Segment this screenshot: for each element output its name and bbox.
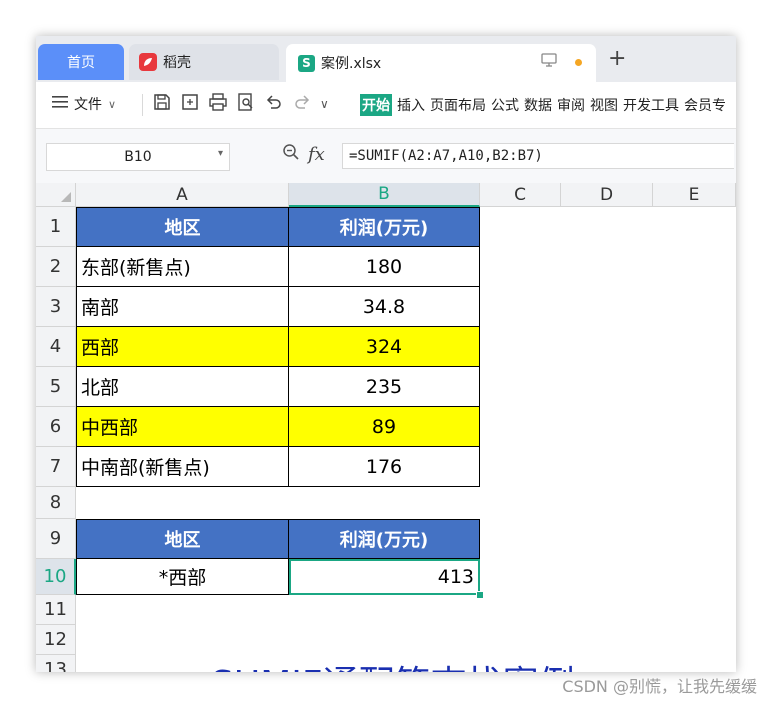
example-title: SUMIF通配符查找案例 xyxy=(211,655,575,672)
unsaved-dot-icon xyxy=(575,58,582,66)
toolbar-divider xyxy=(142,94,143,116)
column-header-b[interactable]: B xyxy=(289,183,480,207)
table1-header-profit[interactable]: 利润(万元) xyxy=(289,207,480,247)
ribbon-tab-start[interactable]: 开始 xyxy=(360,94,392,116)
tab-bar: 首页 稻壳 S 案例.xlsx + xyxy=(36,36,736,82)
formula-input[interactable]: =SUMIF(A2:A7,A10,B2:B7) xyxy=(342,143,734,169)
row-header-7[interactable]: 7 xyxy=(36,447,76,487)
ribbon-tabs: 开始 插入 页面布局 公式 数据 审阅 视图 开发工具 会员专 xyxy=(360,94,726,116)
row-header-8[interactable]: 8 xyxy=(36,487,76,519)
row-header-9[interactable]: 9 xyxy=(36,519,76,559)
tab-file[interactable]: S 案例.xlsx xyxy=(286,44,596,82)
row-header-4[interactable]: 4 xyxy=(36,327,76,367)
table1-cell-profit-highlighted[interactable]: 89 xyxy=(289,407,480,447)
new-tab-button[interactable]: + xyxy=(608,45,626,73)
row-header-13[interactable]: 13 xyxy=(36,655,76,672)
result-cell-active[interactable]: 413 xyxy=(289,559,480,595)
ribbon-tab-review[interactable]: 审阅 xyxy=(557,95,585,115)
tab-home-label: 首页 xyxy=(67,55,95,71)
table1-cell-region-highlighted[interactable]: 西部 xyxy=(76,327,289,367)
monitor-icon[interactable] xyxy=(541,53,557,71)
daoke-logo-icon xyxy=(139,53,157,71)
tab-home[interactable]: 首页 xyxy=(38,44,124,80)
tab-daoke-label: 稻壳 xyxy=(163,55,191,71)
row-header-10[interactable]: 10 xyxy=(36,559,76,595)
fill-handle[interactable] xyxy=(476,591,484,599)
column-header-c[interactable]: C xyxy=(480,183,561,207)
save-icon[interactable] xyxy=(152,92,172,116)
chevron-down-icon: ∨ xyxy=(108,97,117,111)
spreadsheet-window: 首页 稻壳 S 案例.xlsx + 文件 ∨ ∨ 开始 插入 页面布局 公式 数… xyxy=(36,36,736,672)
redo-icon[interactable] xyxy=(292,92,312,116)
more-chevron-icon[interactable]: ∨ xyxy=(320,97,329,111)
tab-daoke[interactable]: 稻壳 xyxy=(129,44,279,80)
spreadsheet-logo-icon: S xyxy=(298,54,315,72)
row-header-12[interactable]: 12 xyxy=(36,625,76,655)
row-header-3[interactable]: 3 xyxy=(36,287,76,327)
ribbon-tab-data[interactable]: 数据 xyxy=(524,95,552,115)
table1-cell-profit[interactable]: 34.8 xyxy=(289,287,480,327)
export-icon[interactable] xyxy=(180,92,200,116)
zoom-search-icon[interactable] xyxy=(282,143,300,166)
name-box-value: B10 xyxy=(124,149,152,165)
formula-bar: B10 ▾ fx =SUMIF(A2:A7,A10,B2:B7) xyxy=(36,129,736,183)
table1-cell-profit[interactable]: 235 xyxy=(289,367,480,407)
watermark: CSDN @别慌，让我先缓缓 xyxy=(562,677,757,696)
table1-cell-profit-highlighted[interactable]: 324 xyxy=(289,327,480,367)
select-all-corner[interactable] xyxy=(36,183,76,207)
row-header-1[interactable]: 1 xyxy=(36,207,76,247)
ribbon-tab-member[interactable]: 会员专 xyxy=(684,95,726,115)
tab-file-label: 案例.xlsx xyxy=(321,56,382,72)
ribbon-tab-formula[interactable]: 公式 xyxy=(491,95,519,115)
row-header-6[interactable]: 6 xyxy=(36,407,76,447)
table1-cell-region-highlighted[interactable]: 中西部 xyxy=(76,407,289,447)
column-header-d[interactable]: D xyxy=(561,183,653,207)
fx-icon[interactable]: fx xyxy=(308,144,325,165)
table1-header-region[interactable]: 地区 xyxy=(76,207,289,247)
criteria-cell[interactable]: *西部 xyxy=(76,559,289,595)
file-menu-label: 文件 xyxy=(74,97,102,113)
ribbon-tab-view[interactable]: 视图 xyxy=(590,95,618,115)
column-header-a[interactable]: A xyxy=(76,183,289,207)
row-header-5[interactable]: 5 xyxy=(36,367,76,407)
table1-cell-region[interactable]: 中南部(新售点) xyxy=(76,447,289,487)
table2-header-profit[interactable]: 利润(万元) xyxy=(289,519,480,559)
row-header-2[interactable]: 2 xyxy=(36,247,76,287)
print-icon[interactable] xyxy=(208,92,228,116)
undo-icon[interactable] xyxy=(264,92,284,116)
ribbon-tab-page-layout[interactable]: 页面布局 xyxy=(430,95,486,115)
row-header-11[interactable]: 11 xyxy=(36,595,76,625)
table1-cell-region[interactable]: 南部 xyxy=(76,287,289,327)
ribbon-tab-insert[interactable]: 插入 xyxy=(397,95,425,115)
name-box-dropdown-icon[interactable]: ▾ xyxy=(218,148,223,159)
column-header-e[interactable]: E xyxy=(653,183,736,207)
table1-cell-profit[interactable]: 180 xyxy=(289,247,480,287)
name-box[interactable]: B10 ▾ xyxy=(46,143,230,171)
table1-cell-profit[interactable]: 176 xyxy=(289,447,480,487)
table2-header-region[interactable]: 地区 xyxy=(76,519,289,559)
sheet-grid: A B C D E 1 2 3 4 5 6 7 8 9 10 11 12 13 … xyxy=(36,183,736,672)
print-preview-icon[interactable] xyxy=(236,92,256,116)
toolbar: 文件 ∨ ∨ 开始 插入 页面布局 公式 数据 审阅 视图 开发工具 会员专 xyxy=(36,82,736,129)
table1-cell-region[interactable]: 北部 xyxy=(76,367,289,407)
file-menu-button[interactable]: 文件 ∨ xyxy=(52,94,116,114)
hamburger-icon xyxy=(52,95,68,113)
table1-cell-region[interactable]: 东部(新售点) xyxy=(76,247,289,287)
ribbon-tab-developer[interactable]: 开发工具 xyxy=(623,95,679,115)
